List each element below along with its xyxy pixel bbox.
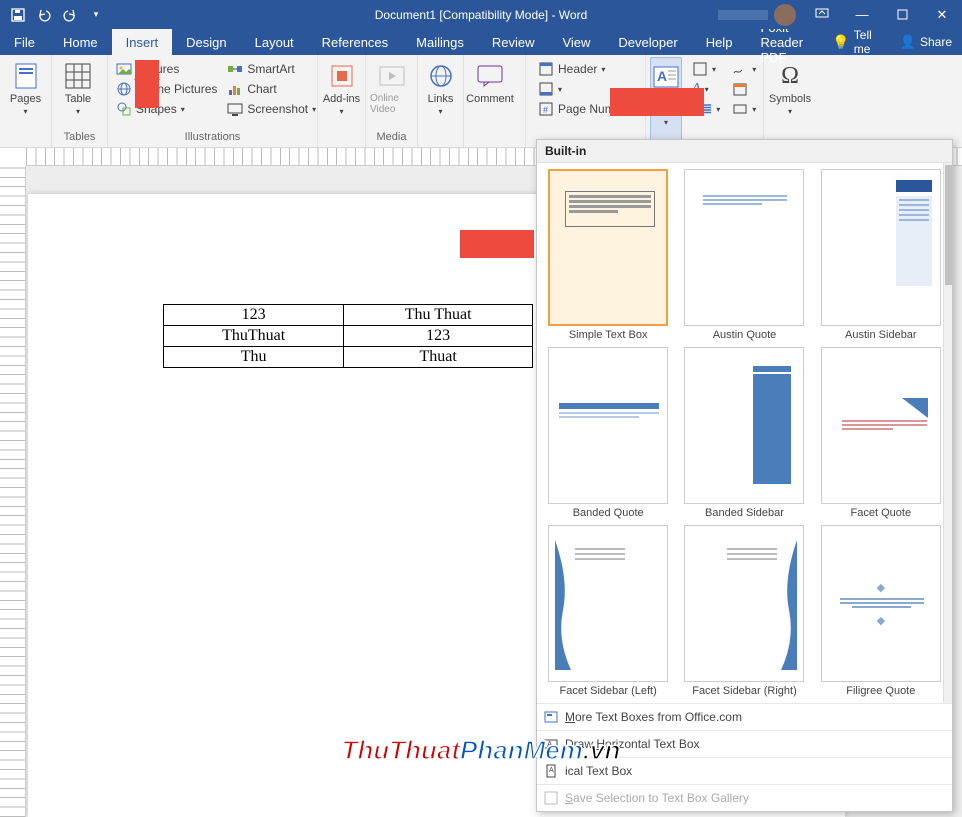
- online-video-button[interactable]: Online Video: [370, 57, 413, 131]
- signature-line-button[interactable]: ▾: [728, 60, 760, 78]
- comment-button[interactable]: Comment: [468, 57, 512, 145]
- table-button[interactable]: Table▾: [56, 57, 100, 131]
- group-media-label: Media: [370, 131, 413, 145]
- gallery-item-austin-quote[interactable]: Austin Quote: [679, 169, 809, 341]
- undo-button[interactable]: [34, 5, 54, 25]
- date-time-button[interactable]: [728, 80, 760, 98]
- gallery-item-simple-text-box[interactable]: Simple Text Box: [543, 169, 673, 341]
- document-table[interactable]: 123Thu Thuat ThuThuat123 ThuThuat: [163, 304, 533, 368]
- smartart-button[interactable]: SmartArt: [223, 60, 320, 78]
- pictures-button[interactable]: Pictures: [112, 60, 221, 78]
- table-row: 123Thu Thuat: [164, 305, 533, 326]
- links-button[interactable]: Links▾: [422, 57, 459, 145]
- watermark-text: ThuThuatPhanMem.vn: [342, 735, 621, 766]
- qat-customize-icon[interactable]: ▾: [86, 5, 106, 25]
- table-row: ThuThuat: [164, 347, 533, 368]
- pages-button[interactable]: Pages▾: [4, 57, 47, 145]
- annotation-arrow: [460, 230, 534, 258]
- addins-button[interactable]: Add-ins▾: [322, 57, 361, 145]
- redo-button[interactable]: [60, 5, 80, 25]
- tab-mailings[interactable]: Mailings: [402, 29, 478, 55]
- group-tables-label: Tables: [56, 131, 103, 145]
- annotation-arrow: [135, 60, 159, 108]
- gallery-item-austin-sidebar[interactable]: Austin Sidebar: [816, 169, 946, 341]
- svg-text:#: #: [543, 105, 548, 115]
- quick-parts-button[interactable]: ▾: [688, 60, 724, 78]
- shapes-button[interactable]: Shapes ▾: [112, 100, 221, 118]
- tab-file[interactable]: File: [0, 29, 49, 55]
- textbox-dropdown: Built-in Simple Text Box Austin Quote Au…: [536, 139, 953, 812]
- tab-review[interactable]: Review: [478, 29, 549, 55]
- gallery-item-facet-sidebar-right[interactable]: Facet Sidebar (Right): [679, 525, 809, 697]
- table-row: ThuThuat123: [164, 326, 533, 347]
- close-button[interactable]: ✕: [922, 0, 962, 29]
- minimize-button[interactable]: —: [842, 0, 882, 29]
- tab-help[interactable]: Help: [692, 29, 747, 55]
- gallery-item-banded-quote[interactable]: Banded Quote: [543, 347, 673, 519]
- save-to-gallery-menu: Save Selection to Text Box Gallery: [537, 784, 952, 811]
- ribbon-tabs: File Home Insert Design Layout Reference…: [0, 29, 962, 55]
- svg-text:A: A: [549, 767, 554, 774]
- screenshot-button[interactable]: Screenshot ▾: [223, 100, 320, 118]
- svg-text:A: A: [657, 68, 667, 84]
- tab-design[interactable]: Design: [172, 29, 240, 55]
- chart-button[interactable]: Chart: [223, 80, 320, 98]
- symbols-button[interactable]: ΩSymbols▾: [768, 57, 812, 145]
- user-avatar[interactable]: [774, 4, 796, 26]
- title-bar: ▾ Document1 [Compatibility Mode] - Word …: [0, 0, 962, 29]
- share-icon: 👤: [900, 34, 916, 50]
- tab-layout[interactable]: Layout: [241, 29, 308, 55]
- gallery-item-facet-sidebar-left[interactable]: Facet Sidebar (Left): [543, 525, 673, 697]
- share-button[interactable]: Share: [920, 35, 952, 49]
- tab-home[interactable]: Home: [49, 29, 112, 55]
- tab-view[interactable]: View: [548, 29, 604, 55]
- user-name-placeholder: [718, 10, 768, 20]
- tell-me[interactable]: Tell me: [854, 28, 879, 56]
- tab-foxit[interactable]: Foxit Reader PDF: [746, 29, 832, 55]
- group-illustrations-label: Illustrations: [112, 131, 313, 145]
- maximize-button[interactable]: [882, 0, 922, 29]
- tab-insert[interactable]: Insert: [112, 29, 173, 55]
- online-pictures-button[interactable]: Online Pictures: [112, 80, 221, 98]
- gallery-item-facet-quote[interactable]: Facet Quote: [816, 347, 946, 519]
- tab-references[interactable]: References: [308, 29, 402, 55]
- save-button[interactable]: [8, 5, 28, 25]
- more-textboxes-menu[interactable]: More Text Boxes from Office.com: [537, 703, 952, 730]
- dropdown-section-header: Built-in: [537, 140, 952, 163]
- tab-developer[interactable]: Developer: [604, 29, 691, 55]
- vertical-ruler[interactable]: [0, 166, 26, 817]
- annotation-arrow: [610, 88, 704, 116]
- lightbulb-icon: 💡: [832, 34, 849, 51]
- gallery-item-filigree-quote[interactable]: ◆◆Filigree Quote: [816, 525, 946, 697]
- header-button[interactable]: Header ▾: [534, 60, 644, 78]
- window-title: Document1 [Compatibility Mode] - Word: [375, 8, 588, 22]
- gallery-item-banded-sidebar[interactable]: Banded Sidebar: [679, 347, 809, 519]
- gallery-scrollbar[interactable]: [943, 163, 952, 703]
- object-button[interactable]: ▾: [728, 100, 760, 118]
- ribbon-options-button[interactable]: [802, 0, 842, 29]
